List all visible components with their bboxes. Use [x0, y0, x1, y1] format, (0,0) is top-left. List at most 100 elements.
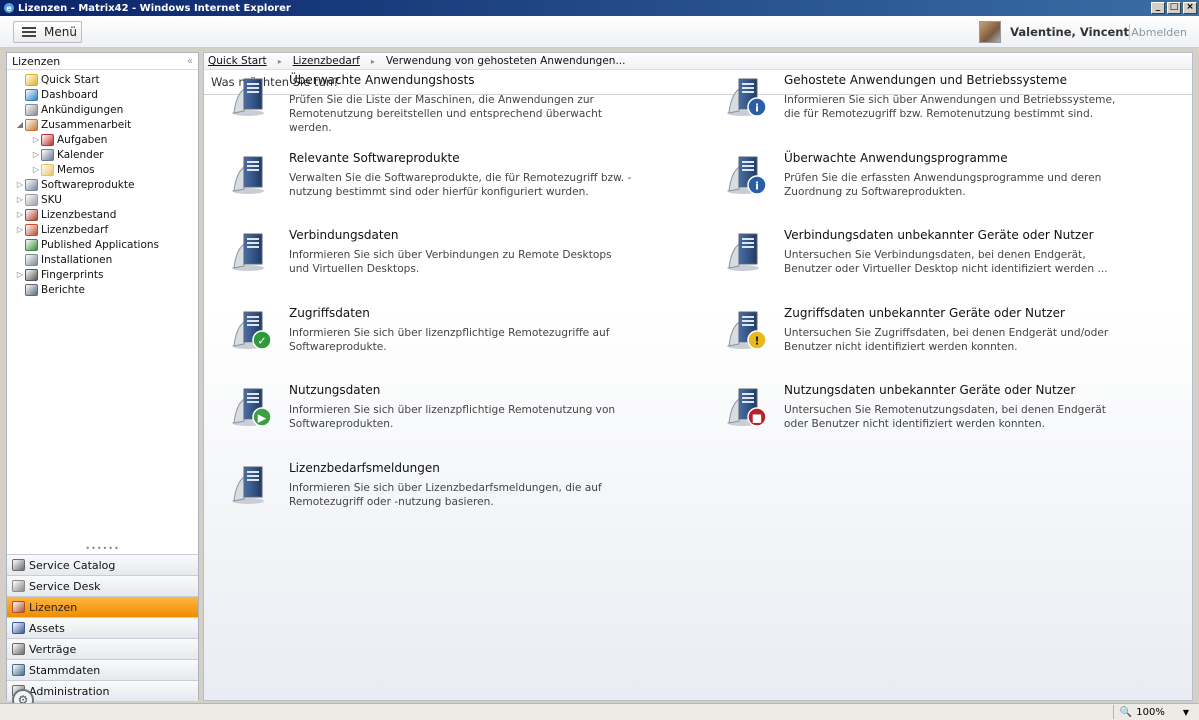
breadcrumb-lizenzbedarf[interactable]: Lizenzbedarf — [293, 55, 360, 67]
tree-item-label: Fingerprints — [41, 268, 104, 281]
action-card[interactable]: ▶ Nutzungsdaten Informieren Sie sich über … — [228, 383, 658, 443]
people-icon — [25, 118, 38, 131]
tree-item[interactable]: Published Applications — [7, 237, 198, 252]
expand-arrow-icon[interactable]: ▷ — [15, 195, 25, 204]
close-button[interactable]: × — [1183, 2, 1197, 14]
action-card[interactable]: ✓ Zugriffsdaten Informieren Sie sich über … — [228, 306, 658, 366]
user-box[interactable]: Valentine, Vincent — [979, 20, 1129, 44]
action-card[interactable]: Überwachte Anwendungshosts Prüfen Sie die… — [228, 73, 658, 134]
globe-icon — [25, 88, 38, 101]
nav-button-label: Service Catalog — [29, 558, 116, 572]
zoom-control[interactable]: 🔍 100% ▼ — [1112, 705, 1189, 719]
logout-link[interactable]: Abmelden — [1131, 26, 1187, 39]
tree-item[interactable]: Quick Start — [7, 72, 198, 87]
tree-item[interactable]: ▷ Kalender — [7, 147, 198, 162]
minimize-button[interactable]: _ — [1151, 2, 1165, 14]
action-card-description: Informieren Sie sich über Verbindungen z… — [289, 249, 612, 275]
nav-button-assets[interactable]: Assets — [7, 617, 198, 638]
tree-item[interactable]: ▷ Softwareprodukte — [7, 177, 198, 192]
action-card-description: Informieren Sie sich über lizenzpflichti… — [289, 404, 616, 430]
action-card-description: Untersuchen Sie Zugriffsdaten, bei denen… — [784, 326, 1109, 353]
tree-item[interactable]: Berichte — [7, 282, 198, 297]
expand-arrow-icon[interactable]: ▷ — [15, 210, 25, 219]
panel-splitter[interactable]: •••••• — [7, 545, 198, 553]
action-card-title[interactable]: Gehostete Anwendungen und Betriebssystem… — [784, 73, 1067, 87]
action-card-description: Informieren Sie sich über Anwendungen un… — [784, 94, 1116, 120]
breadcrumb-separator-icon: ▸ — [370, 56, 375, 66]
expand-arrow-icon[interactable]: ▷ — [31, 150, 41, 159]
tree-item[interactable]: ▷ Aufgaben — [7, 132, 198, 147]
software-icon — [25, 178, 38, 191]
action-card[interactable]: Verbindungsdaten Informieren Sie sich übe… — [228, 228, 658, 288]
action-card-title[interactable]: Verbindungsdaten — [289, 228, 399, 242]
tree-item-label: Memos — [57, 163, 95, 176]
access-warning-icon: ! — [723, 306, 769, 352]
action-card[interactable]: i Gehostete Anwendungen und Betriebssyste… — [723, 73, 1153, 133]
main-content: Quick Start ▸ Lizenzbedarf ▸ Verwendung … — [203, 52, 1193, 701]
folder-icon — [41, 163, 54, 176]
expand-arrow-icon[interactable]: ▷ — [15, 180, 25, 189]
tree-item[interactable]: ▷ Lizenzbestand — [7, 207, 198, 222]
action-card[interactable]: ! Zugriffsdaten unbekannter Geräte oder N… — [723, 306, 1153, 366]
action-card[interactable]: Relevante Softwareprodukte Verwalten Sie … — [228, 151, 658, 211]
tree-item-label: Aufgaben — [57, 133, 108, 146]
tree-item[interactable]: ▷ Fingerprints — [7, 267, 198, 282]
action-card-title[interactable]: Zugriffsdaten unbekannter Geräte oder Nu… — [784, 306, 1065, 320]
svg-text:!: ! — [754, 334, 759, 347]
action-card-title[interactable]: Überwachte Anwendungsprogramme — [784, 151, 1008, 165]
tree-item[interactable]: ▷ Memos — [7, 162, 198, 177]
nav-button-administration[interactable]: Administration — [7, 680, 198, 701]
nav-button-service-catalog[interactable]: Service Catalog — [7, 554, 198, 575]
action-card-title[interactable]: Nutzungsdaten — [289, 383, 380, 397]
breadcrumb: Quick Start ▸ Lizenzbedarf ▸ Verwendung … — [204, 53, 1192, 70]
expand-arrow-icon[interactable]: ▷ — [15, 225, 25, 234]
action-card-title[interactable]: Zugriffsdaten — [289, 306, 370, 320]
svg-text:■: ■ — [752, 412, 762, 425]
expand-arrow-icon[interactable]: ▷ — [31, 135, 41, 144]
window-titlebar: e Lizenzen - Matrix42 - Windows Internet… — [0, 0, 1199, 16]
nav-button-service-desk[interactable]: Service Desk — [7, 575, 198, 596]
action-card[interactable]: i Überwachte Anwendungsprogramme Prüfen Si… — [723, 151, 1153, 211]
service-catalog-icon — [12, 559, 25, 571]
tree-item[interactable]: ▷ SKU — [7, 192, 198, 207]
nav-button-stammdaten[interactable]: Stammdaten — [7, 659, 198, 680]
expand-arrow-icon[interactable]: ▷ — [31, 165, 41, 174]
user-name: Valentine, Vincent — [1010, 25, 1129, 39]
action-card[interactable]: Lizenzbedarfsmeldungen Informieren Sie si… — [228, 461, 658, 521]
breadcrumb-current: Verwendung von gehosteten Anwendungen... — [385, 55, 626, 67]
action-card-title[interactable]: Verbindungsdaten unbekannter Geräte oder… — [784, 228, 1094, 242]
usage-unknown-stop-icon: ■ — [723, 383, 769, 429]
action-card-description: Informieren Sie sich über Lizenzbedarfsm… — [289, 481, 602, 508]
nav-button-lizenzen[interactable]: Lizenzen — [7, 596, 198, 617]
nav-button-vertr-ge[interactable]: Verträge — [7, 638, 198, 659]
licenses-icon — [12, 601, 25, 613]
tree-item[interactable]: Dashboard — [7, 87, 198, 102]
expand-arrow-icon[interactable]: ▷ — [15, 270, 25, 279]
tree-item-label: Lizenzbedarf — [41, 223, 109, 236]
collapse-icon[interactable]: « — [187, 56, 193, 67]
navigation-tree: Quick Start Dashboard Ankündigungen ◢ Zusamm… — [7, 70, 198, 297]
breadcrumb-quick-start[interactable]: Quick Start — [208, 55, 267, 67]
tree-item[interactable]: Installationen — [7, 252, 198, 267]
internet-explorer-icon: e — [2, 2, 15, 15]
tree-item[interactable]: Ankündigungen — [7, 102, 198, 117]
action-card-title[interactable]: Nutzungsdaten unbekannter Geräte oder Nu… — [784, 383, 1075, 397]
contracts-icon — [12, 643, 25, 655]
tree-item[interactable]: ▷ Lizenzbedarf — [7, 222, 198, 237]
expand-arrow-icon[interactable]: ◢ — [15, 120, 25, 129]
svg-text:i: i — [755, 179, 759, 192]
star-icon — [25, 73, 38, 86]
menu-button[interactable]: Menü — [13, 21, 82, 43]
nav-button-label: Assets — [29, 621, 65, 635]
action-card-title[interactable]: Relevante Softwareprodukte — [289, 151, 460, 165]
tree-item[interactable]: ◢ Zusammenarbeit — [7, 117, 198, 132]
license-demand-report-icon — [228, 461, 274, 507]
action-card[interactable]: Verbindungsdaten unbekannter Geräte oder… — [723, 228, 1153, 288]
action-card-title[interactable]: Lizenzbedarfsmeldungen — [289, 461, 440, 475]
disc-icon — [25, 193, 38, 206]
action-card-description: Prüfen Sie die Liste der Maschinen, die … — [289, 94, 603, 134]
action-card-title[interactable]: Überwachte Anwendungshosts — [289, 73, 474, 87]
maximize-button[interactable]: □ — [1167, 2, 1181, 14]
header-divider — [1129, 24, 1130, 40]
action-card[interactable]: ■ Nutzungsdaten unbekannter Geräte oder N… — [723, 383, 1153, 443]
